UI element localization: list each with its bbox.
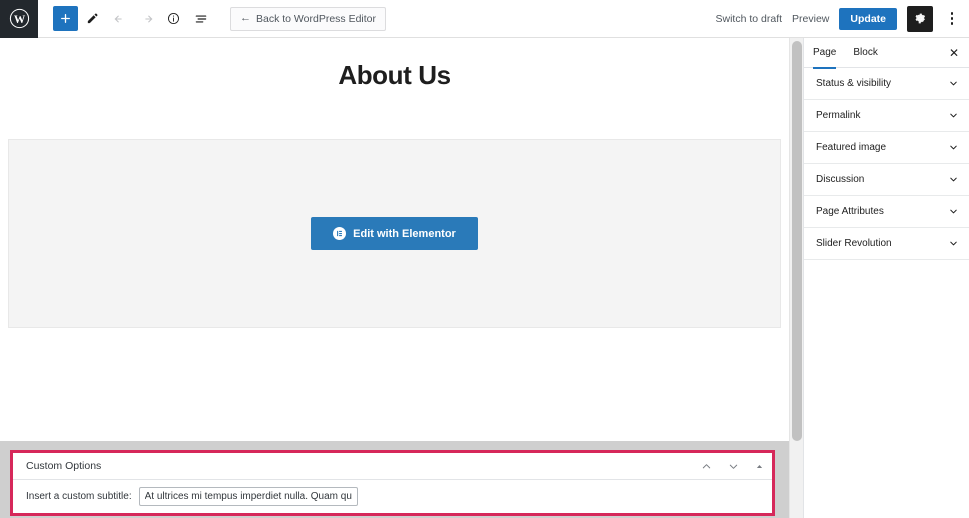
- top-bar-actions: Switch to draft Preview Update: [716, 5, 969, 32]
- back-button-label: Back to WordPress Editor: [256, 12, 377, 25]
- preview-button[interactable]: Preview: [792, 13, 829, 25]
- sidebar-panel-label: Slider Revolution: [816, 238, 892, 249]
- custom-subtitle-label: Insert a custom subtitle:: [26, 491, 132, 502]
- tab-block-label: Block: [853, 47, 878, 58]
- update-button[interactable]: Update: [839, 7, 897, 30]
- chevron-down-icon: [948, 206, 959, 217]
- sidebar-panel-label: Status & visibility: [816, 78, 892, 89]
- sidebar-panel-slider-revolution[interactable]: Slider Revolution: [804, 228, 969, 260]
- wordpress-block-editor: W ← Back to WordPress Editor Switch to d…: [0, 0, 969, 518]
- metabox-controls: [701, 461, 764, 472]
- list-view-button[interactable]: [188, 6, 213, 31]
- sidebar-panel-page-attributes[interactable]: Page Attributes: [804, 196, 969, 228]
- sidebar-panel-label: Featured image: [816, 142, 887, 153]
- metabox-container: Custom Options Insert a custom subtitle:…: [0, 441, 789, 518]
- undo-button[interactable]: [107, 6, 132, 31]
- metabox-body: Insert a custom subtitle:: [13, 480, 772, 513]
- sidebar-panel-label: Discussion: [816, 174, 865, 185]
- chevron-down-icon: [948, 142, 959, 153]
- custom-subtitle-input[interactable]: [138, 487, 358, 506]
- chevron-down-icon: [948, 238, 959, 249]
- tools-button[interactable]: [80, 6, 105, 31]
- tab-page-label: Page: [813, 47, 837, 58]
- editor-tools-group: [53, 6, 213, 31]
- page-title[interactable]: About Us: [0, 60, 789, 91]
- editor-top-bar: W ← Back to WordPress Editor Switch to d…: [0, 0, 969, 38]
- sidebar-panel-label: Permalink: [816, 110, 861, 121]
- settings-sidebar: Page Block ✕ Status & visibility Permali…: [803, 38, 969, 518]
- edit-with-elementor-label: Edit with Elementor: [353, 227, 456, 240]
- sidebar-panel-status-visibility[interactable]: Status & visibility: [804, 68, 969, 100]
- edit-with-elementor-button[interactable]: Edit with Elementor: [311, 217, 478, 250]
- custom-options-metabox: Custom Options Insert a custom subtitle:…: [10, 450, 775, 516]
- svg-text:W: W: [13, 14, 25, 26]
- chevron-down-icon: [948, 110, 959, 121]
- left-arrow-icon: ←: [240, 12, 251, 24]
- switch-to-draft-button[interactable]: Switch to draft: [716, 13, 783, 25]
- chevron-down-icon: [948, 174, 959, 185]
- tab-page[interactable]: Page: [813, 39, 837, 69]
- sidebar-panel-featured-image[interactable]: Featured image: [804, 132, 969, 164]
- toggle-panel-button[interactable]: [755, 462, 764, 471]
- elementor-logo-icon: [333, 227, 347, 240]
- metabox-header[interactable]: Custom Options: [13, 453, 772, 480]
- sidebar-tabs: Page Block ✕: [804, 38, 969, 69]
- canvas-scrollbar[interactable]: [789, 38, 803, 518]
- scrollbar-thumb[interactable]: [792, 41, 802, 441]
- metabox-title: Custom Options: [26, 460, 102, 472]
- sidebar-panel-label: Page Attributes: [816, 206, 884, 217]
- close-icon[interactable]: ✕: [947, 46, 961, 60]
- move-up-button[interactable]: [701, 461, 712, 472]
- kebab-dot: [950, 17, 954, 20]
- kebab-dot: [950, 12, 954, 15]
- sidebar-panel-discussion[interactable]: Discussion: [804, 164, 969, 196]
- chevron-down-icon: [948, 78, 959, 89]
- add-block-button[interactable]: [53, 6, 78, 31]
- sidebar-panel-permalink[interactable]: Permalink: [804, 100, 969, 132]
- details-button[interactable]: [161, 6, 186, 31]
- elementor-placeholder-block: Edit with Elementor: [8, 139, 781, 328]
- wordpress-logo-icon[interactable]: W: [0, 0, 38, 38]
- kebab-dot: [950, 22, 954, 25]
- gear-icon[interactable]: [907, 5, 933, 32]
- editor-canvas: About Us Edit with Elementor: [0, 38, 789, 441]
- back-to-wordpress-editor-button[interactable]: ← Back to WordPress Editor: [230, 6, 387, 31]
- redo-button[interactable]: [134, 6, 159, 31]
- tab-block[interactable]: Block: [853, 39, 877, 69]
- kebab-menu-icon[interactable]: [943, 6, 961, 32]
- move-down-button[interactable]: [728, 461, 739, 472]
